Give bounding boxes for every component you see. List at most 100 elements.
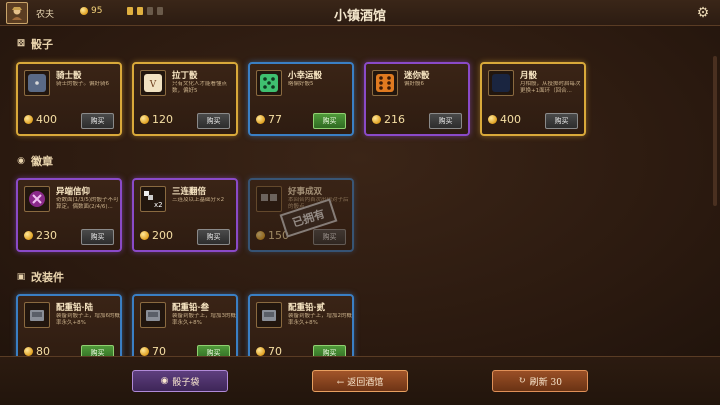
item-price: 216: [372, 113, 405, 126]
shop-card-dice-4[interactable]: 月骰 月相骰，从投掷时启每次更换+1面环（回合... 400 购买: [480, 62, 586, 136]
coin-icon: [256, 115, 265, 124]
item-name: 配重铅·贰: [288, 303, 325, 313]
weight-2-icon: [256, 302, 282, 328]
item-name: 骑士骰: [56, 71, 82, 81]
coin-icon: [140, 231, 149, 240]
coin-icon: [372, 115, 381, 124]
item-description: 只有文化人才能看懂点数，偏好5: [172, 81, 228, 94]
section-title: 骰子: [31, 38, 53, 51]
shop-card-dice-1[interactable]: V 拉丁骰 只有文化人才能看懂点数，偏好5 120 购买: [132, 62, 238, 136]
shop-card-mod-1[interactable]: 配重铅·叁 装备到骰子上，增加3的概率永久+8% 70 购买: [132, 294, 238, 356]
settings-button[interactable]: ⚙: [694, 4, 712, 22]
svg-text:x2: x2: [154, 201, 163, 209]
item-description: 装备到骰子上，增加3的概率永久+8%: [172, 313, 236, 326]
shop-card-badge-2[interactable]: 好事成双 本回合内首次出现对子后的骰点... 150 购买 已拥有: [248, 178, 354, 252]
coin-icon: [140, 347, 149, 356]
price-value: 80: [36, 345, 50, 356]
price-value: 70: [152, 345, 166, 356]
price-value: 216: [384, 113, 405, 126]
buy-button[interactable]: 购买: [313, 229, 346, 245]
double-badge-icon: [256, 186, 282, 212]
item-price: 230: [24, 229, 57, 242]
shop-card-dice-3[interactable]: 迷你骰 偏好骰6 216 购买: [364, 62, 470, 136]
shop-card-dice-2[interactable]: 小幸运骰 略偏好骰5 77 购买: [248, 62, 354, 136]
item-price: 70: [256, 345, 282, 356]
page-title: 小镇酒馆: [333, 9, 386, 24]
lucky-die-icon: [256, 70, 282, 96]
section-mods: ▣ 改装件: [16, 269, 64, 285]
item-description: 略偏好骰5: [288, 81, 314, 87]
weight-3-icon: [140, 302, 166, 328]
buy-button[interactable]: 购买: [545, 113, 578, 129]
item-description: 奇数面(1/3/5)的骰子不可算定。偶数面(2/4/6)...: [56, 197, 119, 210]
coin-icon: [256, 347, 265, 356]
item-price: 70: [140, 345, 166, 356]
item-description: 月相骰，从投掷时启每次更换+1面环（回合...: [520, 81, 581, 94]
shop-card-mod-0[interactable]: 配重铅·陆 装备到骰子上，增加6的概率永久+8% 80 购买: [16, 294, 122, 356]
scrollbar[interactable]: [713, 56, 717, 206]
price-value: 230: [36, 229, 57, 242]
shop-card-dice-0[interactable]: 骑士骰 骑士的骰子。偏好骑6 400 购买: [16, 62, 122, 136]
dice-icon: ⚄: [17, 39, 25, 49]
price-value: 120: [152, 113, 173, 126]
section-title: 改装件: [31, 271, 64, 284]
item-price: 80: [24, 345, 50, 356]
back-label: ← 返回酒馆: [336, 377, 384, 388]
item-name: 小幸运骰: [288, 71, 323, 81]
shop-card-badge-1[interactable]: x2 三连翻倍 三连及以上基础分×2 200 购买: [132, 178, 238, 252]
item-name: 好事成双: [288, 187, 323, 197]
moon-die-icon: [488, 70, 514, 96]
section-badges: ◉ 徽章: [16, 153, 53, 169]
dice-bag-button[interactable]: ◉ 骰子袋: [132, 370, 228, 392]
buy-button[interactable]: 购买: [81, 113, 114, 129]
shop-card-badge-0[interactable]: 异端信仰 奇数面(1/3/5)的骰子不可算定。偶数面(2/4/6)... 230 购买: [16, 178, 122, 252]
refresh-icon: ↻: [518, 376, 526, 386]
item-name: 异端信仰: [56, 187, 91, 197]
item-price: 200: [140, 229, 173, 242]
coin-icon: [24, 347, 33, 356]
coin-icon: [256, 231, 265, 240]
item-description: 三连及以上基础分×2: [172, 197, 225, 203]
item-price: 400: [488, 113, 521, 126]
buy-button[interactable]: 购买: [313, 345, 346, 356]
section-dice: ⚄ 骰子: [16, 36, 53, 52]
coin-icon: [24, 231, 33, 240]
bag-icon: ◉: [160, 376, 169, 386]
buy-button[interactable]: 购买: [197, 229, 230, 245]
price-value: 400: [36, 113, 57, 126]
shop-card-mod-2[interactable]: 配重铅·贰 装备到骰子上，增加2的概率永久+8% 70 购买: [248, 294, 354, 356]
badge-icon: ◉: [17, 156, 25, 166]
price-value: 70: [268, 345, 282, 356]
knight-die-icon: [24, 70, 50, 96]
item-price: 77: [256, 113, 282, 126]
item-description: 骑士的骰子。偏好骑6: [56, 81, 109, 87]
item-description: 装备到骰子上，增加2的概率永久+8%: [288, 313, 352, 326]
price-value: 77: [268, 113, 282, 126]
heresy-badge-icon: [24, 186, 50, 212]
price-value: 400: [500, 113, 521, 126]
top-bar: 农夫 95 小镇酒馆 ⚙: [0, 0, 720, 26]
item-price: 120: [140, 113, 173, 126]
buy-button[interactable]: 购买: [81, 229, 114, 245]
section-title: 徽章: [31, 155, 53, 168]
shop-content[interactable]: ⚄ 骰子 ◉ 徽章 ▣ 改装件 骑士骰 骑士的骰子。偏好骑6 400 购买 V 拉丁骰 只有…: [0, 26, 720, 356]
item-name: 迷你骰: [404, 71, 430, 81]
buy-button[interactable]: 购买: [197, 113, 230, 129]
item-name: 拉丁骰: [172, 71, 198, 81]
buy-button[interactable]: 购买: [81, 345, 114, 356]
latin-die-icon: V: [140, 70, 166, 96]
buy-button[interactable]: 购买: [197, 345, 230, 356]
item-price: 400: [24, 113, 57, 126]
refresh-button[interactable]: ↻ 刷新 30: [492, 370, 588, 392]
back-to-tavern-button[interactable]: ← 返回酒馆: [312, 370, 408, 392]
triple-badge-icon: x2: [140, 186, 166, 212]
dice-bag-label: 骰子袋: [172, 377, 200, 388]
coin-icon: [24, 115, 33, 124]
item-description: 装备到骰子上，增加6的概率永久+8%: [56, 313, 120, 326]
buy-button[interactable]: 购买: [429, 113, 462, 129]
item-name: 三连翻倍: [172, 187, 207, 197]
mod-icon: ▣: [16, 272, 26, 282]
gear-icon: ⚙: [696, 5, 710, 21]
item-name: 配重铅·陆: [56, 303, 93, 313]
buy-button[interactable]: 购买: [313, 113, 346, 129]
